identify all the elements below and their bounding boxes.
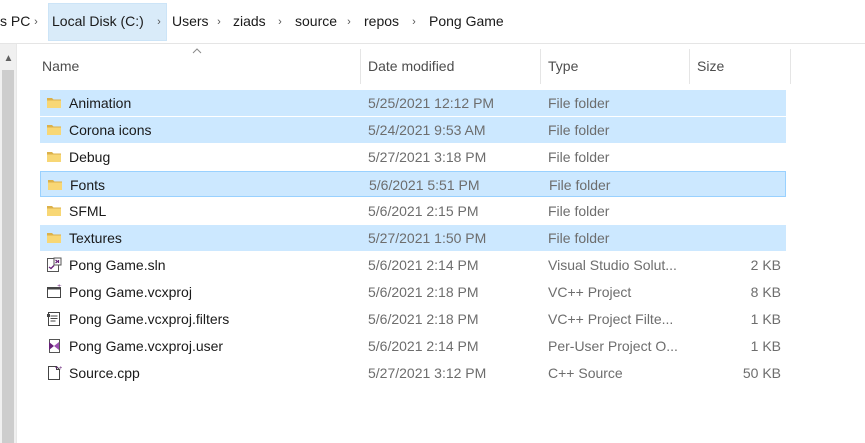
file-name: Textures xyxy=(69,230,122,246)
file-type: VC++ Project xyxy=(548,284,632,300)
column-divider[interactable] xyxy=(360,49,361,84)
column-divider[interactable] xyxy=(540,49,541,84)
file-name: Animation xyxy=(69,95,132,111)
breadcrumb-repos[interactable]: repos xyxy=(364,13,399,29)
folder-icon xyxy=(46,203,62,219)
scrollbar-thumb[interactable] xyxy=(2,70,14,443)
file-date-modified: 5/27/2021 1:50 PM xyxy=(368,230,487,246)
column-header-type[interactable]: Type xyxy=(548,58,578,74)
file-date-modified: 5/27/2021 3:12 PM xyxy=(368,365,487,381)
file-type: Per-User Project O... xyxy=(548,338,678,354)
chevron-right-icon[interactable]: › xyxy=(153,15,165,29)
breadcrumb-local-disk[interactable]: Local Disk (C:) xyxy=(52,13,144,29)
vs-user-icon xyxy=(46,338,62,354)
vcxproj-icon: ++ xyxy=(46,284,65,300)
breadcrumb-pong-game[interactable]: Pong Game xyxy=(429,13,504,29)
file-size: 1 KB xyxy=(750,311,781,327)
file-date-modified: 5/6/2021 2:14 PM xyxy=(368,257,479,273)
chevron-right-icon[interactable]: › xyxy=(213,15,225,29)
list-item-pong-game-vcxproj-user[interactable]: Pong Game.vcxproj.user 5/6/2021 2:14 PM … xyxy=(40,333,786,359)
file-name: Debug xyxy=(69,149,111,165)
scroll-up-arrow-icon[interactable]: ▲ xyxy=(0,52,17,66)
svg-text:++: ++ xyxy=(55,366,63,372)
file-date-modified: 5/27/2021 3:18 PM xyxy=(368,149,487,165)
file-name: SFML xyxy=(69,203,107,219)
list-item-pong-game-vcxproj-filters[interactable]: Pong Game.vcxproj.filters 5/6/2021 2:18 … xyxy=(40,306,786,332)
file-date-modified: 5/24/2021 9:53 AM xyxy=(368,122,486,138)
file-type: File folder xyxy=(549,177,611,193)
file-type: File folder xyxy=(548,230,610,246)
list-item-fonts[interactable]: Fonts 5/6/2021 5:51 PM File folder xyxy=(40,171,786,197)
file-name: Pong Game.vcxproj.filters xyxy=(69,311,230,327)
column-header-row: Name Date modified Type Size xyxy=(17,44,865,86)
column-header-name[interactable]: Name xyxy=(42,58,79,74)
file-name: Corona icons xyxy=(69,122,152,138)
list-item-pong-game-vcxproj[interactable]: ++ Pong Game.vcxproj 5/6/2021 2:18 PM VC… xyxy=(40,279,786,305)
folder-icon xyxy=(46,230,62,246)
file-name: Pong Game.sln xyxy=(69,257,166,273)
file-size: 8 KB xyxy=(750,284,781,300)
chevron-right-icon[interactable]: › xyxy=(30,15,42,29)
column-divider[interactable] xyxy=(689,49,690,84)
list-item-animation[interactable]: Animation 5/25/2021 12:12 PM File folder xyxy=(40,90,786,116)
svg-text:++: ++ xyxy=(57,284,62,290)
breadcrumb-ziads[interactable]: ziads xyxy=(233,13,266,29)
file-date-modified: 5/6/2021 2:14 PM xyxy=(368,338,479,354)
filters-icon xyxy=(46,311,62,327)
address-bar[interactable]: s PC › Local Disk (C:) › Users › ziads ›… xyxy=(0,0,865,44)
chevron-right-icon[interactable]: › xyxy=(343,15,355,29)
file-type: C++ Source xyxy=(548,365,623,381)
list-item-textures[interactable]: Textures 5/27/2021 1:50 PM File folder xyxy=(40,225,786,251)
column-header-size[interactable]: Size xyxy=(697,58,724,74)
file-type: File folder xyxy=(548,149,610,165)
file-date-modified: 5/6/2021 2:18 PM xyxy=(368,311,479,327)
file-name: Pong Game.vcxproj xyxy=(69,284,192,300)
list-item-pong-game-sln[interactable]: Pong Game.sln 5/6/2021 2:14 PM Visual St… xyxy=(40,252,786,278)
list-item-debug[interactable]: Debug 5/27/2021 3:18 PM File folder xyxy=(40,144,786,170)
file-name: Source.cpp xyxy=(69,365,140,381)
file-type: VC++ Project Filte... xyxy=(548,311,674,327)
file-type: File folder xyxy=(548,122,610,138)
vs-solution-icon xyxy=(46,257,62,273)
list-item-source-cpp[interactable]: ++ Source.cpp 5/27/2021 3:12 PM C++ Sour… xyxy=(40,360,786,386)
folder-icon xyxy=(46,122,62,138)
column-divider[interactable] xyxy=(790,49,791,84)
file-size: 50 KB xyxy=(742,365,781,381)
file-size: 1 KB xyxy=(750,338,781,354)
list-item-corona-icons[interactable]: Corona icons 5/24/2021 9:53 AM File fold… xyxy=(40,117,786,143)
file-date-modified: 5/25/2021 12:12 PM xyxy=(368,95,495,111)
sort-ascending-icon xyxy=(192,48,202,54)
folder-icon xyxy=(47,177,63,193)
folder-icon xyxy=(46,149,62,165)
file-name: Pong Game.vcxproj.user xyxy=(69,338,224,354)
chevron-right-icon[interactable]: › xyxy=(408,15,420,29)
list-item-sfml[interactable]: SFML 5/6/2021 2:15 PM File folder xyxy=(40,198,786,224)
file-type: File folder xyxy=(548,203,610,219)
file-date-modified: 5/6/2021 5:51 PM xyxy=(369,177,480,193)
file-type: Visual Studio Solut... xyxy=(548,257,677,273)
vertical-scrollbar[interactable]: ▲ xyxy=(0,44,17,443)
column-header-date-modified[interactable]: Date modified xyxy=(368,58,454,74)
breadcrumb-this-pc[interactable]: s PC xyxy=(0,13,30,29)
chevron-right-icon[interactable]: › xyxy=(274,15,286,29)
file-date-modified: 5/6/2021 2:18 PM xyxy=(368,284,479,300)
file-size: 2 KB xyxy=(750,257,781,273)
file-name: Fonts xyxy=(70,177,106,193)
file-type: File folder xyxy=(548,95,610,111)
breadcrumb-users[interactable]: Users xyxy=(172,13,209,29)
cpp-file-icon: ++ xyxy=(46,365,63,381)
file-date-modified: 5/6/2021 2:15 PM xyxy=(368,203,479,219)
breadcrumb-source[interactable]: source xyxy=(295,13,337,29)
folder-icon xyxy=(46,95,62,111)
